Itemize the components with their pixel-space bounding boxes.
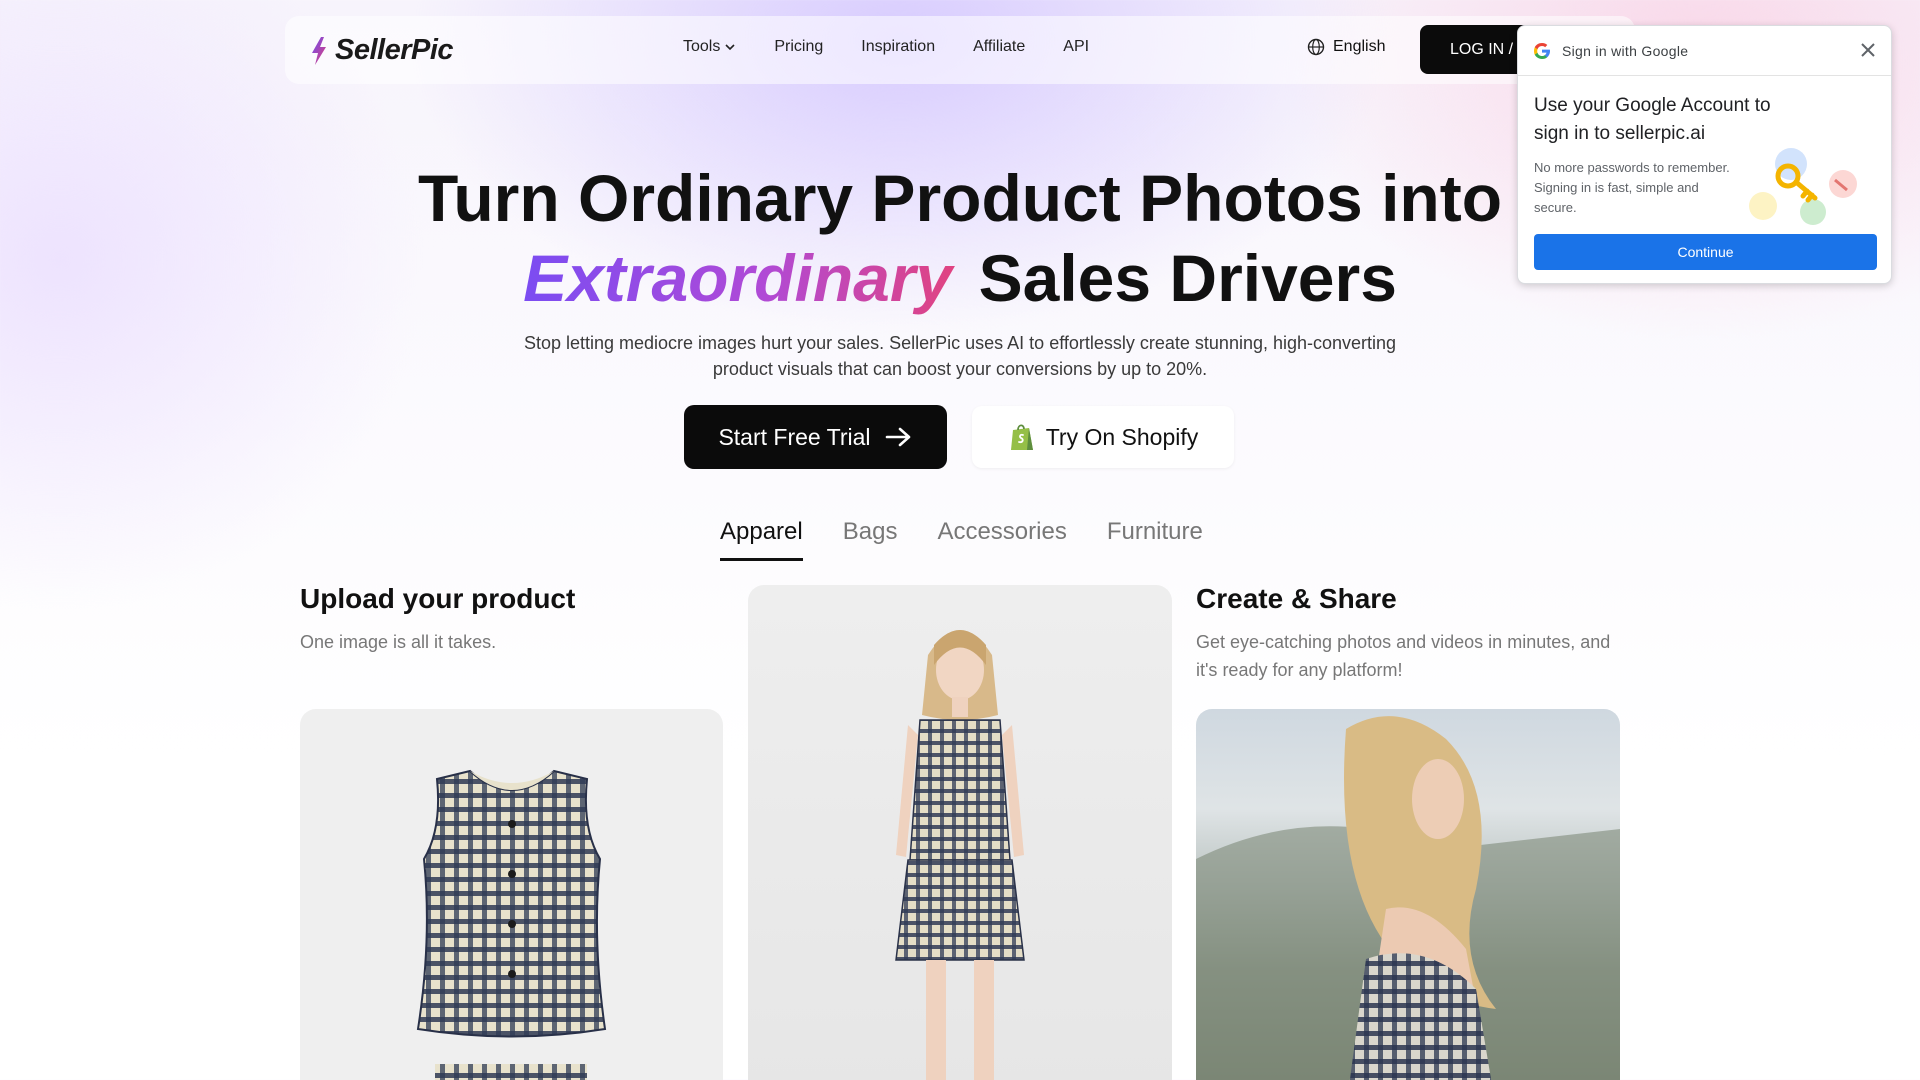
- google-signin-popup: Sign in with Google Use your Google Acco…: [1517, 25, 1892, 284]
- nav-links: Tools Pricing Inspiration Affiliate API: [683, 38, 1089, 56]
- google-g-icon: [1534, 42, 1550, 59]
- tab-apparel[interactable]: Apparel: [720, 518, 803, 561]
- shopify-bag-icon: [1010, 424, 1033, 450]
- hero-title-rest: Sales Drivers: [978, 241, 1397, 315]
- close-icon[interactable]: [1859, 41, 1877, 59]
- chevron-down-icon: [725, 44, 735, 51]
- upload-heading: Upload your product: [300, 583, 576, 614]
- google-popup-body: No more passwords to remember. Signing i…: [1534, 160, 1730, 215]
- nav-tools[interactable]: Tools: [683, 38, 736, 56]
- arrow-right-icon: [885, 427, 910, 447]
- try-on-shopify-label: Try On Shopify: [1045, 423, 1199, 450]
- nav-pricing[interactable]: Pricing: [774, 38, 823, 56]
- logo-text: SellerPic: [335, 34, 454, 66]
- tab-furniture[interactable]: Furniture: [1107, 518, 1203, 561]
- google-continue-button[interactable]: Continue: [1534, 234, 1877, 270]
- language-selector[interactable]: English: [1307, 38, 1385, 56]
- google-popup-title: Sign in with Google: [1562, 42, 1689, 59]
- language-label: English: [1333, 38, 1386, 55]
- category-tabs: Apparel Bags Accessories Furniture: [720, 518, 1203, 561]
- lifestyle-photo-image: [1196, 716, 1620, 1080]
- hero-subtitle: Stop letting mediocre images hurt your s…: [523, 333, 1397, 379]
- lifestyle-image-card: [1196, 709, 1620, 1080]
- nav-tools-label: Tools: [683, 38, 721, 55]
- tab-accessories[interactable]: Accessories: [937, 518, 1066, 561]
- share-description: Get eye-catching photos and videos in mi…: [1196, 632, 1611, 680]
- key-illustration-icon: [1749, 148, 1857, 225]
- top-navbar: SellerPic Tools Pricing Inspiration Affi…: [285, 16, 1635, 84]
- upload-description: One image is all it takes.: [300, 632, 497, 652]
- model-wearing-product-image: [895, 630, 1025, 1080]
- tab-bags[interactable]: Bags: [843, 518, 898, 561]
- nav-inspiration[interactable]: Inspiration: [861, 38, 935, 56]
- start-free-trial-label: Start Free Trial: [718, 423, 871, 450]
- globe-icon: [1307, 38, 1325, 56]
- nav-api[interactable]: API: [1063, 38, 1089, 56]
- hero-title-highlight: Extraordinary: [523, 241, 960, 315]
- logo[interactable]: SellerPic: [309, 34, 454, 67]
- start-free-trial-button[interactable]: Start Free Trial: [684, 405, 947, 469]
- sellerpic-logo-icon: [312, 36, 326, 65]
- vest-product-image: [416, 769, 607, 1080]
- model-image-card: [748, 585, 1172, 1080]
- product-image-card: [300, 709, 723, 1080]
- google-popup-header: Sign in with Google: [1518, 26, 1891, 76]
- share-heading: Create & Share: [1196, 583, 1397, 614]
- try-on-shopify-button[interactable]: Try On Shopify: [972, 406, 1234, 468]
- nav-affiliate[interactable]: Affiliate: [973, 38, 1025, 56]
